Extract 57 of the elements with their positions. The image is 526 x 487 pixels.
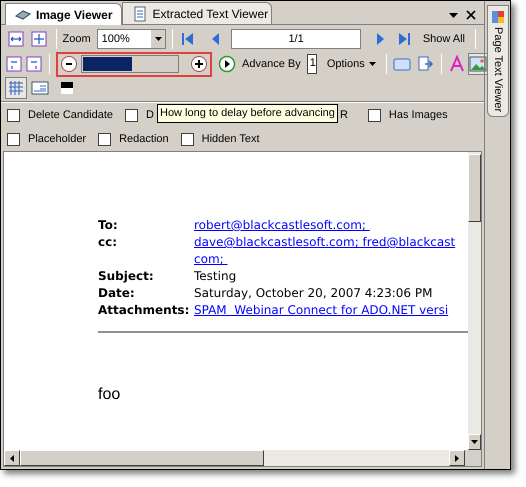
color-swatch-icon[interactable] — [61, 82, 73, 94]
checkbox[interactable] — [7, 108, 20, 122]
checkbox-label: Has Images — [388, 108, 448, 123]
zoom-dropdown[interactable]: 100% — [96, 29, 166, 49]
dropdown-arrow-icon[interactable] — [449, 12, 458, 18]
checkbox-label: Delete Candidate — [28, 108, 114, 123]
checkbox-label: Redaction — [119, 132, 169, 147]
options-menu[interactable]: Options — [322, 56, 380, 72]
checkbox-label: Placeholder — [28, 132, 86, 147]
zoom-label: Zoom — [62, 32, 91, 47]
close-icon[interactable] — [466, 10, 476, 20]
checkbox[interactable] — [7, 132, 20, 146]
delay-track[interactable] — [81, 55, 179, 73]
advance-by-field[interactable]: 1 — [306, 54, 317, 74]
font-icon[interactable] — [448, 55, 466, 73]
tooltip: How long to delay before advancing — [157, 104, 338, 122]
email-link[interactable]: dave@blackcastlesoft.com; fred@blackcast — [194, 234, 456, 251]
increase-delay-button[interactable] — [191, 56, 207, 72]
checkbox-label: Hidden Text — [202, 132, 260, 147]
email-link[interactable]: com; — [194, 251, 228, 268]
checkbox-label: R — [340, 108, 348, 123]
field-label: To: — [98, 217, 119, 234]
field-value: Saturday, October 20, 2007 4:23:06 PM — [194, 285, 434, 302]
email-link[interactable]: SPAM Webinar Connect for ADO.NET versi — [194, 302, 448, 319]
tab[interactable]: Extracted Text Viewer — [122, 2, 272, 24]
right-arrow-icon[interactable] — [455, 454, 459, 462]
email-link[interactable]: robert@blackcastlesoft.com; — [194, 217, 370, 234]
caret-icon — [154, 37, 162, 41]
play-icon[interactable] — [218, 55, 236, 73]
vertical-scrollbar[interactable] — [468, 152, 481, 450]
checkbox[interactable] — [125, 108, 138, 122]
field-label: cc: — [98, 234, 118, 251]
page-field[interactable]: 1/1 — [231, 29, 361, 49]
field-value: Testing — [194, 268, 238, 285]
export-page-icon[interactable] — [416, 55, 435, 73]
checkbox[interactable] — [180, 132, 194, 146]
caret-icon — [368, 62, 376, 66]
checkbox-label: D — [146, 108, 154, 123]
down-arrow-icon[interactable] — [471, 440, 478, 444]
plus-icon — [195, 60, 203, 68]
tab[interactable]: Image Viewer — [5, 3, 122, 25]
checkbox[interactable] — [98, 132, 112, 146]
horizontal-scrollbar[interactable] — [4, 450, 465, 466]
field-label: Subject: — [98, 268, 155, 285]
advance-by-label: Advance By — [242, 56, 301, 72]
decrease-delay-button[interactable] — [61, 56, 77, 72]
left-arrow-icon[interactable] — [10, 454, 14, 462]
field-label: Date: — [98, 285, 136, 302]
checkbox[interactable] — [368, 108, 381, 122]
field-label: Attachments: — [98, 302, 190, 319]
scrollbar-thumb[interactable] — [468, 154, 481, 222]
scrollbar-thumb[interactable] — [20, 450, 264, 466]
side-tab[interactable]: Page Text Viewer — [486, 5, 508, 117]
minus-icon — [66, 63, 72, 65]
show-all-button[interactable]: Show All — [418, 30, 470, 48]
panel-icon — [490, 10, 504, 23]
body-text: foo — [98, 385, 122, 405]
